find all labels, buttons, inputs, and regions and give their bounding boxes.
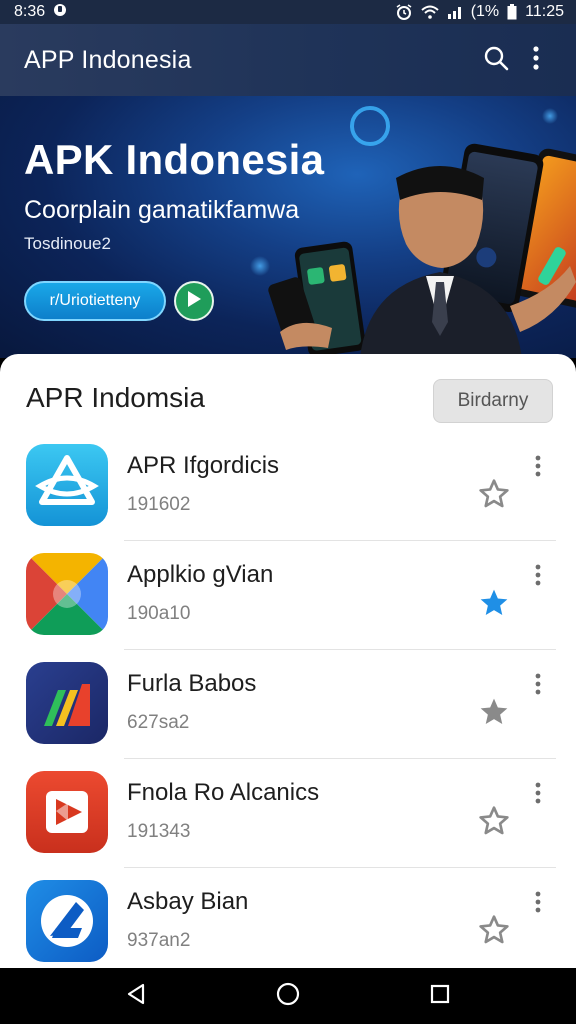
- item-more-button[interactable]: [528, 779, 548, 811]
- app-name: Furla Babos: [127, 670, 257, 697]
- hero-caption: Tosdinoue2: [24, 234, 111, 253]
- status-left: 8:36: [14, 3, 67, 22]
- more-vert-icon: [535, 455, 541, 482]
- signal-icon: [447, 5, 463, 19]
- app-name: Asbay Bian: [127, 888, 249, 915]
- item-more-button[interactable]: [528, 888, 548, 920]
- favorite-button[interactable]: [476, 805, 512, 841]
- app-name: Applkio gVian: [127, 561, 274, 588]
- list-item[interactable]: Furla Babos 627sa2: [0, 650, 576, 759]
- home-button[interactable]: [264, 972, 312, 1020]
- favorite-button[interactable]: [476, 478, 512, 514]
- triangle-swirl-icon: [26, 444, 108, 526]
- app-title: APP Indonesia: [24, 45, 192, 74]
- star-outline-icon: [478, 478, 510, 515]
- more-vert-icon: [535, 564, 541, 591]
- section-action-button[interactable]: Birdarny: [433, 379, 553, 423]
- alarm-icon: [395, 4, 413, 20]
- colorful-shape-icon: [26, 553, 108, 635]
- search-icon: [483, 45, 509, 76]
- list-item[interactable]: Asbay Bian 937an2: [0, 868, 576, 968]
- app-meta: 191602: [127, 494, 191, 515]
- app-meta: 937an2: [127, 930, 191, 951]
- app-name: Fnola Ro Alcanics: [127, 779, 320, 806]
- status-right: (1% 11:25: [395, 3, 564, 21]
- status-time-right: 11:25: [525, 3, 564, 20]
- play-icon: [186, 290, 202, 313]
- notification-icon: [53, 3, 67, 22]
- item-more-button[interactable]: [528, 670, 548, 702]
- more-options-button[interactable]: [516, 40, 556, 80]
- star-filled-gray-icon: [478, 696, 510, 733]
- app-name: APR Ifgordicis: [127, 452, 280, 479]
- hero-play-button[interactable]: [174, 281, 214, 321]
- battery-icon: [507, 4, 517, 20]
- system-nav-bar: [0, 968, 576, 1024]
- item-more-button[interactable]: [528, 452, 548, 484]
- star-outline-icon: [478, 914, 510, 951]
- back-icon: [125, 982, 147, 1011]
- more-vert-icon: [532, 45, 540, 75]
- more-vert-icon: [535, 782, 541, 809]
- status-bar: 8:36 (1% 11:25: [0, 0, 576, 24]
- more-vert-icon: [535, 673, 541, 700]
- app-list: APR Ifgordicis 191602 Applkio gVian 190a…: [0, 432, 576, 968]
- star-filled-icon: [478, 587, 510, 624]
- favorite-button[interactable]: [476, 696, 512, 732]
- hero-banner[interactable]: APK Indonesia Coorplain gamatikfamwa Tos…: [0, 96, 576, 358]
- blue-swoosh-icon: [26, 880, 108, 962]
- app-meta: 627sa2: [127, 712, 190, 733]
- stripes-chart-icon: [26, 662, 108, 744]
- section-title: APR Indomsia: [26, 382, 205, 413]
- hero-title: APK Indonesia: [24, 136, 325, 183]
- home-icon: [275, 981, 301, 1012]
- content-card: APR Indomsia Birdarny APR Ifgordicis 191…: [0, 354, 576, 968]
- more-vert-icon: [535, 891, 541, 918]
- favorite-button[interactable]: [476, 914, 512, 950]
- list-item[interactable]: APR Ifgordicis 191602: [0, 432, 576, 541]
- back-button[interactable]: [112, 972, 160, 1020]
- app-bar: APP Indonesia: [0, 24, 576, 96]
- star-outline-icon: [478, 805, 510, 842]
- item-more-button[interactable]: [528, 561, 548, 593]
- hero-subtitle: Coorplain gamatikfamwa: [24, 196, 300, 224]
- search-button[interactable]: [476, 40, 516, 80]
- play-store-icon: [26, 771, 108, 853]
- list-item[interactable]: Applkio gVian 190a10: [0, 541, 576, 650]
- status-time-left: 8:36: [14, 3, 46, 20]
- recents-icon: [429, 983, 451, 1010]
- battery-percent: (1%: [470, 3, 500, 20]
- wifi-icon: [421, 5, 439, 19]
- app-meta: 190a10: [127, 603, 191, 624]
- hero-cta-button[interactable]: r/Uriotietteny: [24, 281, 166, 321]
- app-meta: 191343: [127, 821, 191, 842]
- list-item[interactable]: Fnola Ro Alcanics 191343: [0, 759, 576, 868]
- recents-button[interactable]: [416, 972, 464, 1020]
- favorite-button[interactable]: [476, 587, 512, 623]
